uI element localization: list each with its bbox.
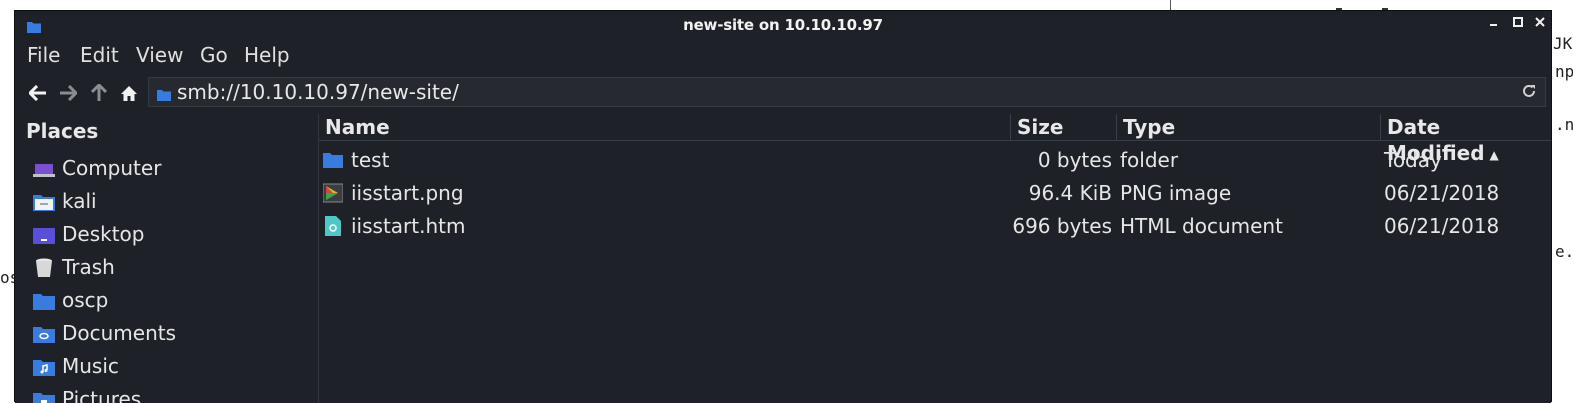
sidebar-item-documents[interactable]: Documents bbox=[15, 318, 318, 350]
sidebar-item-kali[interactable]: kali bbox=[15, 186, 318, 218]
file-size: 0 bytes bbox=[1037, 148, 1112, 172]
image-file-icon bbox=[323, 183, 343, 203]
documents-folder-icon bbox=[33, 327, 55, 343]
column-header-type[interactable]: Type bbox=[1117, 114, 1381, 140]
column-header-label: Size bbox=[1017, 115, 1064, 139]
file-name: test bbox=[351, 148, 390, 172]
sidebar-item-label: Computer bbox=[62, 156, 162, 180]
location-path[interactable]: smb://10.10.10.97/new-site/ bbox=[177, 80, 459, 104]
toolbar: smb://10.10.10.97/new-site/ bbox=[15, 77, 1551, 109]
home-button[interactable] bbox=[116, 77, 142, 109]
background-text-fragment: .n bbox=[1555, 115, 1573, 134]
file-type: folder bbox=[1120, 148, 1179, 172]
table-row[interactable]: iisstart.png 96.4 KiB PNG image 06/21/20… bbox=[319, 177, 1551, 210]
background-text-fragment: e. bbox=[1555, 242, 1573, 261]
minimize-button[interactable] bbox=[1489, 16, 1499, 32]
up-arrow-icon bbox=[91, 84, 107, 101]
menu-file[interactable]: File bbox=[27, 43, 60, 67]
menu-edit[interactable]: Edit bbox=[80, 43, 119, 67]
menu-go[interactable]: Go bbox=[200, 43, 228, 67]
forward-button[interactable] bbox=[55, 77, 81, 109]
back-button[interactable] bbox=[25, 77, 51, 109]
file-type: PNG image bbox=[1120, 181, 1232, 205]
column-header-date-modified[interactable]: Date Modified ▲ bbox=[1381, 114, 1551, 165]
places-sidebar: Places Computer kali Desktop Trash oscp … bbox=[15, 114, 319, 403]
background-text-fragment: np bbox=[1555, 62, 1573, 81]
sidebar-item-label: Desktop bbox=[62, 222, 145, 246]
file-type: HTML document bbox=[1120, 214, 1283, 238]
sidebar-item-trash[interactable]: Trash bbox=[15, 252, 318, 284]
file-name: iisstart.png bbox=[351, 181, 464, 205]
music-folder-icon bbox=[33, 360, 55, 376]
trash-icon bbox=[36, 258, 52, 277]
file-list: Name Size Type Date Modified ▲ test 0 byt… bbox=[319, 114, 1551, 403]
menu-help[interactable]: Help bbox=[244, 43, 290, 67]
sidebar-item-label: Music bbox=[62, 354, 119, 378]
file-date-modified: 06/21/2018 bbox=[1384, 181, 1500, 205]
sidebar-item-computer[interactable]: Computer bbox=[15, 153, 318, 185]
sidebar-item-label: Trash bbox=[62, 255, 115, 279]
column-header-label: Name bbox=[325, 115, 390, 139]
column-header-row: Name Size Type Date Modified ▲ bbox=[319, 114, 1551, 165]
desktop-icon bbox=[33, 228, 55, 244]
places-heading: Places bbox=[26, 119, 99, 143]
sidebar-item-label: kali bbox=[62, 189, 97, 213]
folder-icon bbox=[33, 294, 55, 310]
window-title: new-site on 10.10.10.97 bbox=[683, 16, 883, 34]
sidebar-item-pictures[interactable]: Pictures bbox=[15, 384, 318, 403]
location-bar[interactable]: smb://10.10.10.97/new-site/ bbox=[148, 77, 1546, 107]
table-row[interactable]: iisstart.htm 696 bytes HTML document 06/… bbox=[319, 210, 1551, 243]
sidebar-item-oscp[interactable]: oscp bbox=[15, 285, 318, 317]
file-date-modified: 06/21/2018 bbox=[1384, 214, 1500, 238]
sidebar-item-label: Documents bbox=[62, 321, 177, 345]
sidebar-item-label: Pictures bbox=[62, 387, 142, 403]
file-size: 96.4 KiB bbox=[1028, 181, 1112, 205]
file-manager-window: new-site on 10.10.10.97 File Edit View G… bbox=[14, 10, 1552, 403]
column-header-label: Type bbox=[1123, 115, 1176, 139]
column-header-size[interactable]: Size bbox=[1011, 114, 1117, 140]
computer-icon bbox=[33, 164, 55, 177]
reload-icon[interactable] bbox=[1521, 83, 1537, 103]
forward-arrow-icon bbox=[60, 85, 77, 101]
title-bar: new-site on 10.10.10.97 bbox=[15, 11, 1551, 39]
folder-icon bbox=[323, 153, 343, 168]
sidebar-item-music[interactable]: Music bbox=[15, 351, 318, 383]
home-folder-icon bbox=[33, 195, 55, 211]
html-file-icon bbox=[325, 216, 341, 236]
maximize-button[interactable] bbox=[1512, 16, 1524, 32]
file-name: iisstart.htm bbox=[351, 214, 466, 238]
sidebar-item-label: oscp bbox=[62, 288, 109, 312]
close-button[interactable] bbox=[1534, 16, 1546, 32]
column-header-name[interactable]: Name bbox=[319, 114, 1011, 140]
file-size: 696 bytes bbox=[1012, 214, 1112, 238]
location-folder-icon bbox=[157, 86, 171, 105]
file-date-modified: Today bbox=[1384, 148, 1442, 172]
menu-view[interactable]: View bbox=[136, 43, 183, 67]
home-icon bbox=[121, 85, 137, 101]
table-row[interactable]: test 0 bytes folder Today bbox=[319, 144, 1551, 177]
up-button[interactable] bbox=[86, 77, 112, 109]
back-arrow-icon bbox=[29, 85, 46, 101]
pictures-folder-icon bbox=[33, 393, 55, 403]
sidebar-item-desktop[interactable]: Desktop bbox=[15, 219, 318, 251]
background-text-fragment: JK bbox=[1553, 34, 1573, 53]
